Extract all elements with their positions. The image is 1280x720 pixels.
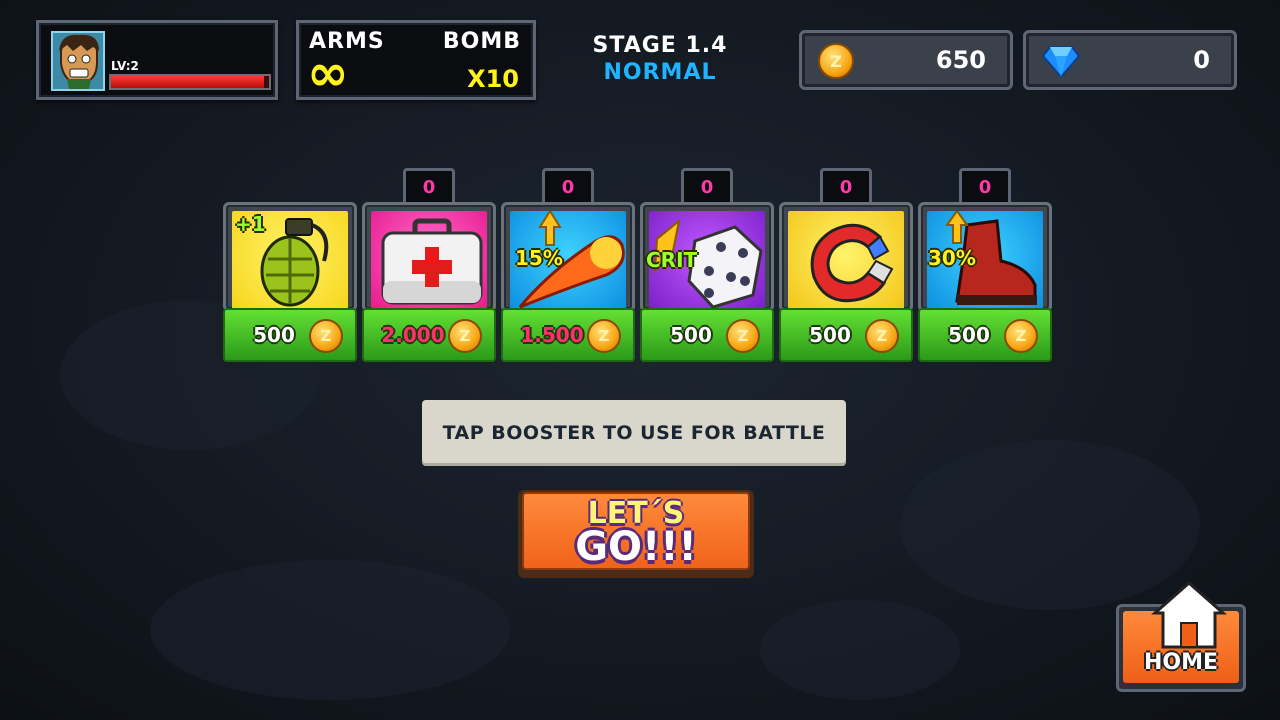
booster-fireball[interactable]: 0 15% 1.500 Z xyxy=(501,168,635,364)
coin-icon: Z xyxy=(726,319,760,353)
booster-price-button[interactable]: 1.500 Z xyxy=(501,308,635,362)
medkit-icon xyxy=(371,211,487,309)
bomb-count: X10 xyxy=(467,65,519,93)
coin-icon: Z xyxy=(448,319,482,353)
booster-price: 500 xyxy=(670,323,712,347)
home-button-face: HOME xyxy=(1123,581,1239,683)
booster-price: 2.000 xyxy=(381,323,445,347)
gem-amount: 0 xyxy=(1193,46,1210,74)
booster-grenade[interactable]: +1 500 Z xyxy=(223,168,357,364)
coin-icon: Z xyxy=(818,43,854,79)
coin-balance[interactable]: Z 650 xyxy=(799,30,1013,90)
booster-price: 500 xyxy=(948,323,990,347)
lets-go-button-face: LET´S GO!!! xyxy=(522,492,750,570)
health-bar xyxy=(109,74,271,90)
coin-icon: Z xyxy=(1004,319,1038,353)
booster-price: 1.500 xyxy=(520,323,584,347)
home-button[interactable]: HOME xyxy=(1116,581,1246,692)
booster-speed-boot[interactable]: 0 30% 500 Z xyxy=(918,168,1052,364)
magnet-icon xyxy=(788,211,904,309)
lets-go-line2: GO!!! xyxy=(575,524,697,570)
player-level: LV:2 xyxy=(111,59,139,73)
bomb-label: BOMB xyxy=(442,29,521,54)
booster-tag: 15% xyxy=(515,246,563,270)
arms-ammo-value: ∞ xyxy=(307,44,349,102)
owned-count-badge: 0 xyxy=(820,168,872,204)
booster-medkit[interactable]: 0 2.000 Z xyxy=(362,168,496,364)
booster-price-button[interactable]: 500 Z xyxy=(779,308,913,362)
coin-amount: 650 xyxy=(935,46,986,74)
owned-count-badge: 0 xyxy=(681,168,733,204)
booster-price-button[interactable]: 500 Z xyxy=(223,308,357,362)
booster-price-button[interactable]: 500 Z xyxy=(640,308,774,362)
player-panel: LV:2 xyxy=(36,20,278,100)
booster-price: 500 xyxy=(253,323,295,347)
stage-info: STAGE 1.4 NORMAL xyxy=(560,32,760,86)
coin-icon: Z xyxy=(309,319,343,353)
booster-dice[interactable]: 0 CRIT 500 Z xyxy=(640,168,774,364)
coin-icon: Z xyxy=(587,319,621,353)
booster-price: 500 xyxy=(809,323,851,347)
health-bar-fill xyxy=(111,76,265,88)
booster-price-button[interactable]: 2.000 Z xyxy=(362,308,496,362)
gem-balance[interactable]: 0 xyxy=(1023,30,1237,90)
booster-price-button[interactable]: 500 Z xyxy=(918,308,1052,362)
owned-count-badge: 0 xyxy=(403,168,455,204)
background-shape xyxy=(150,560,510,700)
home-label: HOME xyxy=(1143,650,1219,675)
booster-magnet[interactable]: 0 500 Z xyxy=(779,168,913,364)
lets-go-button[interactable]: LET´S GO!!! xyxy=(518,490,754,578)
booster-frame xyxy=(362,202,496,312)
player-avatar xyxy=(51,31,105,91)
coin-icon: Z xyxy=(865,319,899,353)
booster-tag: CRIT xyxy=(646,248,698,272)
stage-difficulty: NORMAL xyxy=(603,60,717,85)
house-icon xyxy=(1151,581,1227,649)
stage-title: STAGE 1.4 xyxy=(592,33,728,58)
booster-frame xyxy=(779,202,913,312)
diamond-icon xyxy=(1041,43,1081,79)
background-shape xyxy=(760,600,960,700)
booster-tag: +1 xyxy=(235,212,266,236)
owned-count-badge: 0 xyxy=(542,168,594,204)
booster-hint: TAP BOOSTER TO USE FOR BATTLE xyxy=(422,400,846,466)
owned-count-badge: 0 xyxy=(959,168,1011,204)
weapons-panel: ARMS BOMB ∞ X10 xyxy=(296,20,536,102)
booster-tag: 30% xyxy=(928,246,976,270)
